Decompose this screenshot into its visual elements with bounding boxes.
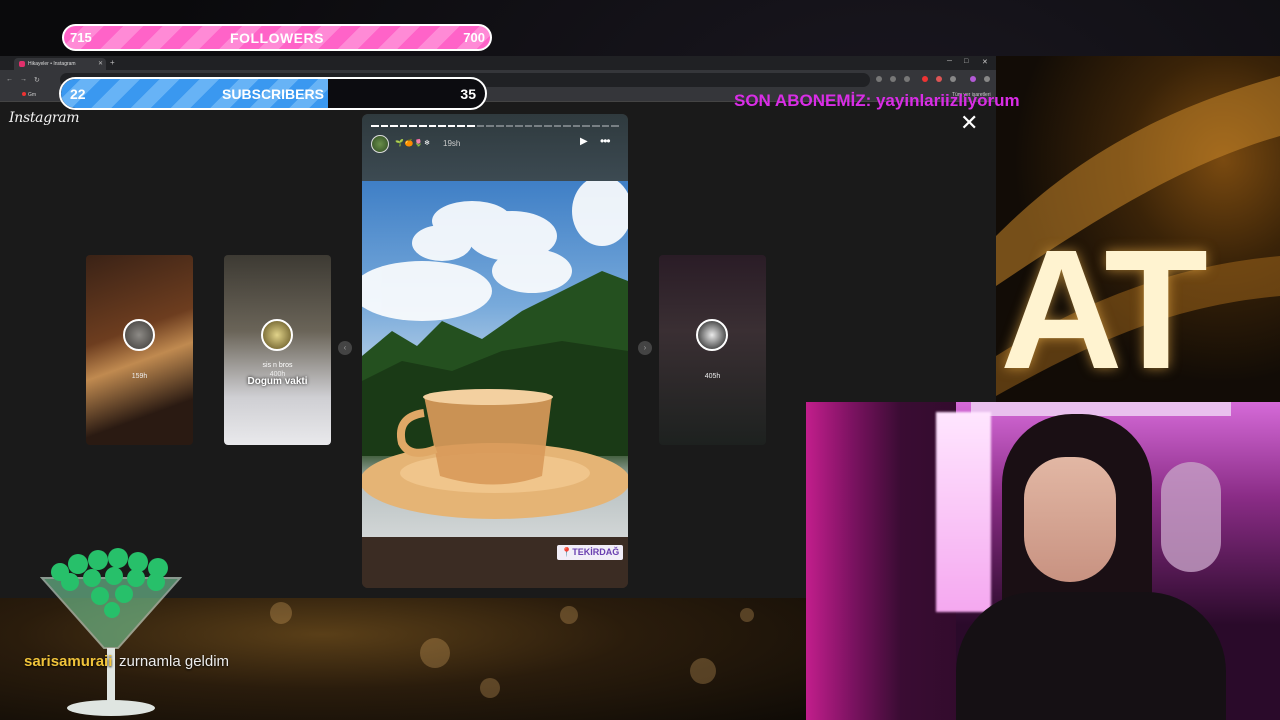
close-stories-icon[interactable]: ✕: [960, 112, 978, 134]
forward-icon[interactable]: →: [20, 76, 27, 83]
prev-story-arrow[interactable]: ‹: [338, 341, 352, 355]
profile-avatar-icon[interactable]: [970, 76, 976, 82]
back-icon[interactable]: ←: [6, 76, 13, 83]
bookmark-star-icon[interactable]: [904, 76, 910, 82]
window-close-button[interactable]: ✕: [982, 58, 988, 66]
maximize-button[interactable]: □: [964, 58, 968, 65]
story-owner-name[interactable]: 🌱🍊🌷❄: [395, 139, 431, 147]
progress-segment: [515, 125, 523, 127]
streamer-body: [956, 592, 1226, 720]
story-card-prev-2[interactable]: 159h: [86, 255, 193, 445]
progress-segment: [486, 125, 494, 127]
location-sticker[interactable]: 📍TEKİRDAĞ: [557, 545, 624, 560]
story-avatar: [123, 319, 155, 351]
instagram-favicon-icon: [19, 61, 25, 67]
story-header: 🌱🍊🌷❄ 19sh ▶ •••: [362, 114, 628, 181]
chat-message: zurnamla geldim: [119, 653, 230, 670]
progress-segment: [572, 125, 581, 127]
tab-title: Hikayeler • Instagram: [28, 61, 76, 67]
instagram-logo[interactable]: Instagram: [9, 110, 80, 126]
progress-segment: [428, 125, 437, 127]
progress-segment: [399, 125, 408, 127]
progress-segment: [476, 125, 485, 127]
new-tab-button[interactable]: +: [110, 58, 115, 67]
bookmark-label: Gm: [28, 92, 37, 98]
extension-icon-2[interactable]: [936, 76, 942, 82]
story-username: sis n bros: [262, 362, 293, 369]
followers-goal-bar: 715 FOLLOWERS 700: [62, 24, 492, 51]
streamer-face: [1024, 457, 1116, 582]
reload-icon[interactable]: ↻: [34, 76, 40, 84]
story-time: 405h: [704, 373, 721, 380]
progress-segment: [601, 125, 610, 127]
minimize-button[interactable]: ─: [947, 58, 952, 65]
progress-segment: [534, 125, 542, 127]
progress-segment: [467, 125, 475, 127]
play-icon[interactable]: ▶: [580, 136, 588, 147]
tab-instagram[interactable]: Hikayeler • Instagram ✕: [14, 58, 106, 70]
webcam-shelf: [971, 402, 1231, 416]
progress-segment: [543, 125, 552, 127]
subscribers-goal-bar: 22 SUBSCRIBERS 35: [59, 77, 487, 110]
teddy-bear: [1161, 462, 1221, 572]
progress-segment: [582, 125, 591, 127]
story-time: 159h: [131, 373, 148, 380]
progress-segment: [495, 125, 504, 127]
progress-segment: [524, 125, 533, 127]
last-subscriber-text: SON ABONEMİZ: yayinlariizliyorum: [734, 91, 1020, 110]
progress-segment: [419, 125, 427, 127]
webcam-window-light: [936, 412, 991, 612]
main-story-viewer[interactable]: 🌱🍊🌷❄ 19sh ▶ ••• 📍TEKİRDAĞ: [362, 114, 628, 588]
story-avatar: [696, 319, 728, 351]
progress-segment: [611, 125, 619, 127]
zoom-icon[interactable]: [890, 76, 896, 82]
extension-red-icon[interactable]: [922, 76, 928, 82]
story-caption: Dogum vakti: [247, 376, 308, 387]
progress-segment: [371, 125, 379, 127]
stream-scene: AT Hikayeler • Instagram ✕ + ─ □ ✕ ← → ↻: [0, 0, 1280, 720]
more-options-icon[interactable]: •••: [600, 134, 611, 148]
extension-icon[interactable]: [876, 76, 882, 82]
downloads-icon[interactable]: [950, 76, 956, 82]
menu-kebab-icon[interactable]: [984, 76, 990, 82]
progress-segment: [563, 125, 571, 127]
progress-segment: [457, 125, 466, 127]
subscribers-goal: 35: [460, 86, 476, 102]
chat-username: sarisamuraii: [24, 653, 113, 670]
story-card-prev-1[interactable]: sis n bros 400h Dogum vakti: [224, 255, 331, 445]
gmail-icon: [22, 92, 26, 96]
progress-segment: [447, 125, 456, 127]
progress-segment: [409, 125, 418, 127]
progress-segment: [592, 125, 600, 127]
progress-segment: [438, 125, 446, 127]
progress-segment: [553, 125, 562, 127]
progress-segment: [390, 125, 398, 127]
story-timestamp: 19sh: [443, 139, 461, 148]
followers-goal: 700: [463, 30, 485, 45]
story-owner-avatar[interactable]: [371, 135, 389, 153]
tab-close-icon[interactable]: ✕: [98, 60, 103, 67]
bookmark-gmail[interactable]: Gm: [22, 92, 36, 98]
followers-label: FOLLOWERS: [230, 30, 324, 46]
martini-glass-icon: [40, 548, 182, 716]
story-avatar: [261, 319, 293, 351]
tab-strip: Hikayeler • Instagram ✕ + ─ □ ✕: [0, 56, 996, 70]
subscribers-label: SUBSCRIBERS: [222, 86, 324, 102]
progress-segment: [380, 125, 389, 127]
next-story-arrow[interactable]: ›: [638, 341, 652, 355]
big-gold-letters: AT: [1000, 215, 1208, 405]
story-progress-bar: [371, 125, 619, 127]
story-card-next-1[interactable]: 405h: [659, 255, 766, 445]
progress-segment: [505, 125, 514, 127]
story-photo-tea-cup: [362, 181, 628, 537]
webcam-feed: [806, 402, 1280, 720]
story-footer: 📍TEKİRDAĞ: [362, 537, 628, 588]
